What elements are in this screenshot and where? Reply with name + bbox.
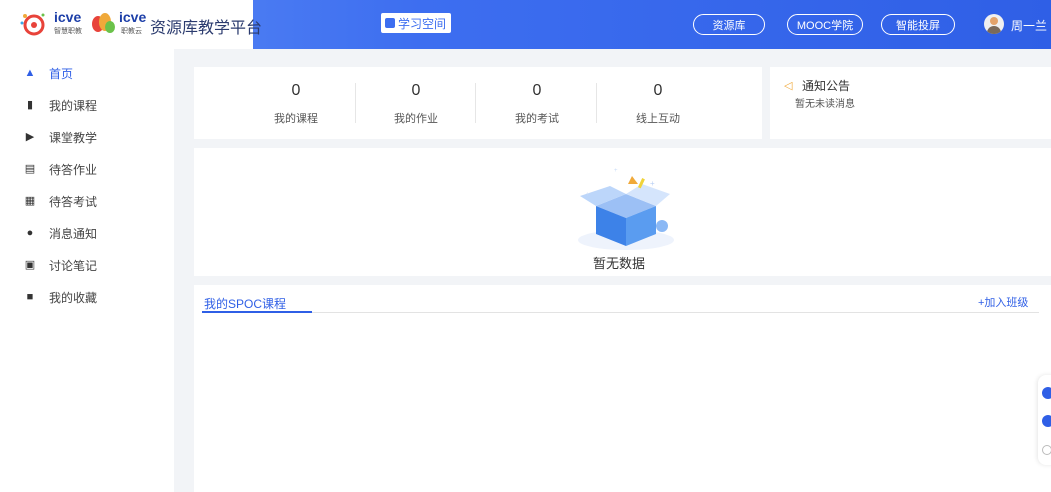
- stat-value: 0: [291, 82, 301, 99]
- books-icon: ▮: [26, 99, 34, 111]
- resource-library-link[interactable]: 资源库: [693, 14, 765, 35]
- stat-label: 我的课程: [274, 113, 318, 125]
- stat-my-exams[interactable]: 0 我的考试: [477, 67, 597, 139]
- notice-card: ◁ 通知公告 暂无未读消息: [770, 67, 1051, 139]
- feedback-icon[interactable]: [1042, 387, 1051, 399]
- sidebar-item-notes[interactable]: ▣ 讨论笔记: [0, 249, 174, 281]
- active-tab-indicator: [202, 311, 312, 313]
- note-icon: ▣: [24, 259, 36, 271]
- exam-icon: ▦: [24, 195, 36, 207]
- divider: [202, 312, 1039, 313]
- speaker-icon: ◁: [784, 80, 793, 92]
- sidebar-item-homework[interactable]: ▤ 待答作业: [0, 153, 174, 185]
- divider: [475, 83, 476, 123]
- sidebar-item-label: 待答作业: [49, 162, 98, 177]
- message-icon: ●: [26, 227, 34, 239]
- floating-toolbar: [1038, 375, 1051, 465]
- home-icon: ▲: [24, 67, 36, 79]
- platform-title: 资源库教学平台: [150, 20, 263, 37]
- study-space-icon: [385, 18, 395, 28]
- logo-sub-1: 智慧职教: [54, 28, 82, 35]
- logo-text-2: icve: [119, 9, 147, 25]
- homework-icon: ▤: [24, 163, 36, 175]
- sidebar-item-label: 消息通知: [49, 226, 98, 241]
- sidebar-item-my-courses[interactable]: ▮ 我的课程: [0, 89, 174, 121]
- svg-text:+: +: [650, 179, 655, 188]
- notice-title[interactable]: 通知公告: [802, 77, 850, 94]
- top-header: icve 智慧职教 icve 职教云 资源库教学平台 学习空间 资源库 MOOC…: [0, 0, 1051, 49]
- sidebar-item-label: 我的收藏: [49, 290, 98, 305]
- stat-value: 0: [411, 82, 421, 99]
- folder-icon: ■: [26, 291, 34, 303]
- user-name[interactable]: 周一兰: [1011, 17, 1047, 34]
- stat-label: 我的考试: [515, 113, 559, 125]
- spoc-course-card: 我的SPOC课程 +加入班级: [194, 285, 1051, 492]
- stat-value: 0: [532, 82, 542, 99]
- svg-text:+: +: [586, 192, 590, 198]
- sidebar-item-label: 讨论笔记: [49, 258, 98, 273]
- empty-state-card: + + + 暂无数据: [194, 148, 1051, 276]
- sidebar-item-label: 首页: [49, 66, 74, 81]
- stat-online-interaction[interactable]: 0 线上互动: [598, 67, 718, 139]
- sidebar-item-messages[interactable]: ● 消息通知: [0, 217, 174, 249]
- sidebar-item-classroom[interactable]: ▶ 课堂教学: [0, 121, 174, 153]
- divider: [596, 83, 597, 123]
- sidebar-item-home[interactable]: ▲ 首页: [0, 57, 174, 89]
- stat-my-courses[interactable]: 0 我的课程: [236, 67, 356, 139]
- stat-value: 0: [653, 82, 663, 99]
- sidebar-item-exams[interactable]: ▦ 待答考试: [0, 185, 174, 217]
- logo-sub-2: 职教云: [121, 28, 142, 35]
- help-icon[interactable]: [1042, 415, 1051, 427]
- smart-screen-link[interactable]: 智能投屏: [881, 14, 955, 35]
- empty-state-text: 暂无数据: [593, 256, 646, 271]
- join-class-button[interactable]: +加入班级: [978, 294, 1028, 310]
- sidebar-item-label: 我的课程: [49, 98, 98, 113]
- collapse-icon[interactable]: [1042, 445, 1051, 455]
- sidebar: ▲ 首页 ▮ 我的课程 ▶ 课堂教学 ▤ 待答作业 ▦ 待答考试 ● 消息通知 …: [0, 49, 174, 492]
- notice-message: 暂无未读消息: [795, 99, 855, 110]
- tab-my-spoc-courses[interactable]: 我的SPOC课程: [204, 295, 286, 312]
- svg-text:+: +: [614, 168, 618, 174]
- sidebar-item-favorites[interactable]: ■ 我的收藏: [0, 281, 174, 313]
- logo-text-1: icve: [54, 9, 82, 25]
- sidebar-item-label: 待答考试: [49, 194, 98, 209]
- stat-label: 线上互动: [636, 113, 680, 125]
- icve-logo-icon: [20, 13, 45, 36]
- stat-my-homework[interactable]: 0 我的作业: [356, 67, 476, 139]
- stat-label: 我的作业: [394, 113, 438, 125]
- empty-box-icon: + + +: [578, 168, 674, 250]
- stats-card: 0 我的课程 0 我的作业 0 我的考试 0 线上互动: [194, 67, 762, 139]
- play-icon: ▶: [25, 131, 35, 143]
- mooc-college-link[interactable]: MOOC学院: [787, 14, 863, 35]
- cloud-logo-icon: [92, 13, 115, 33]
- sidebar-item-label: 课堂教学: [49, 130, 98, 145]
- study-space-label: 学习空间: [398, 16, 447, 31]
- study-space-button[interactable]: 学习空间: [381, 13, 451, 33]
- user-avatar[interactable]: [984, 14, 1004, 34]
